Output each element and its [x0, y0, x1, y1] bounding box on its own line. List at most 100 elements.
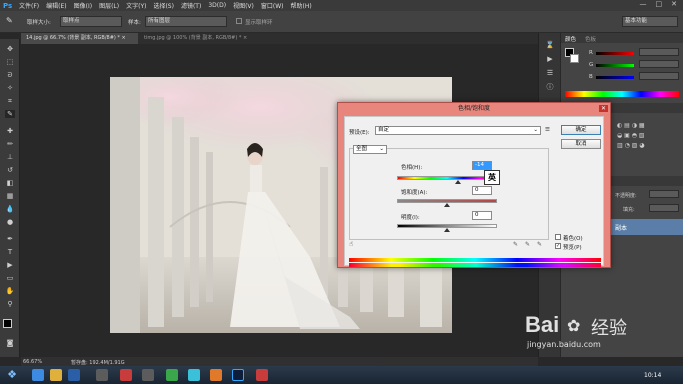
start-button-icon[interactable]: ❖ — [4, 368, 20, 382]
tab-label: 14.jpg @ 66.7% (背景 副本, RGB/8#) * — [26, 35, 120, 41]
cancel-button[interactable]: 取消 — [561, 139, 601, 149]
quick-select-tool-icon[interactable]: ✧ — [5, 84, 15, 92]
menu-window[interactable]: 窗口(W) — [261, 1, 284, 10]
app-taskbar-icon[interactable] — [68, 369, 80, 381]
quick-mask-icon[interactable]: ◙ — [5, 339, 15, 347]
preset-options-icon[interactable]: ☰ — [545, 127, 550, 133]
history-brush-icon[interactable]: ↺ — [5, 166, 15, 174]
saturation-input[interactable]: 0 — [472, 186, 492, 195]
hue-slider[interactable] — [397, 176, 497, 180]
type-tool-icon[interactable]: T — [5, 248, 15, 256]
ok-button[interactable]: 确定 — [561, 125, 601, 135]
menu-edit[interactable]: 编辑(E) — [46, 1, 66, 10]
app-taskbar-icon[interactable] — [188, 369, 200, 381]
menu-filter[interactable]: 滤镜(T) — [181, 1, 201, 10]
eyedropper-add-icon[interactable]: ✎ — [525, 241, 530, 248]
document-info[interactable]: 暂存盘: 192.4M/1.91G — [71, 359, 125, 366]
minimize-button[interactable]: — — [637, 0, 650, 8]
menu-image[interactable]: 图像(I) — [74, 1, 92, 10]
fill-input[interactable] — [649, 204, 679, 212]
menu-3d[interactable]: 3D(D) — [208, 2, 226, 9]
app-taskbar-icon[interactable] — [96, 369, 108, 381]
background-color-swatch[interactable] — [570, 54, 579, 63]
tab-swatches[interactable]: 色板 — [585, 35, 596, 43]
red-value-input[interactable] — [639, 48, 679, 56]
eyedropper-subtract-icon[interactable]: ✎ — [537, 241, 542, 248]
info-panel-icon[interactable]: ⓘ — [545, 83, 555, 91]
shape-tool-icon[interactable]: ▭ — [5, 274, 15, 282]
preview-label: 预览(P) — [563, 245, 582, 251]
ie-taskbar-icon[interactable] — [32, 369, 44, 381]
firefox-taskbar-icon[interactable] — [210, 369, 222, 381]
blur-tool-icon[interactable]: 💧 — [5, 205, 15, 213]
eyedropper-icon[interactable]: ✎ — [513, 241, 518, 248]
tab-timg-jpg[interactable]: timg.jpg @ 100% (背景 副本, RGB/8#) * × — [139, 33, 261, 44]
adjustments-icons-grid[interactable]: ◐ ▤ ◑ ▦ ◒ ▣ ◓ ▧ ▥ ◔ ▨ ◕ — [617, 121, 679, 161]
explorer-taskbar-icon[interactable] — [50, 369, 62, 381]
red-slider[interactable] — [596, 52, 634, 55]
tab-color[interactable]: 颜色 — [565, 35, 576, 43]
colorize-checkbox[interactable] — [555, 234, 561, 240]
green-slider[interactable] — [596, 64, 634, 67]
actions-panel-icon[interactable]: ▶ — [545, 55, 555, 63]
preset-select[interactable]: 自定 ⌄ — [375, 126, 541, 135]
brush-tool-icon[interactable]: ✏ — [5, 140, 15, 148]
gradient-tool-icon[interactable]: ▦ — [5, 192, 15, 200]
zoom-level[interactable]: 66.67% — [23, 359, 42, 365]
close-button[interactable]: ✕ — [668, 0, 680, 8]
properties-panel-icon[interactable]: ☰ — [545, 69, 555, 77]
zoom-tool-icon[interactable]: ⚲ — [5, 300, 15, 308]
eraser-tool-icon[interactable]: ◧ — [5, 179, 15, 187]
blue-value-input[interactable] — [639, 72, 679, 80]
menu-layer[interactable]: 图层(L) — [99, 1, 119, 10]
menu-file[interactable]: 文件(F) — [19, 1, 39, 10]
sample-size-select[interactable]: 取样点 — [60, 16, 122, 27]
hue-slider-thumb[interactable] — [455, 180, 461, 184]
menu-view[interactable]: 视图(V) — [233, 1, 254, 10]
green-value-input[interactable] — [639, 60, 679, 68]
tab-close-icon[interactable]: × — [122, 35, 126, 41]
layer-row-selected[interactable]: 副本 — [601, 219, 683, 235]
menu-help[interactable]: 帮助(H) — [291, 1, 312, 10]
targeted-adjust-hand-icon[interactable]: ☝ — [349, 240, 353, 248]
clock[interactable]: 10:14 — [644, 372, 661, 379]
color-spectrum-ramp[interactable] — [565, 91, 679, 97]
marquee-tool-icon[interactable]: ⬚ — [5, 58, 15, 66]
eyedropper-tool-icon[interactable]: ✎ — [6, 16, 20, 27]
hue-input[interactable]: -14 — [472, 161, 492, 170]
show-ring-checkbox[interactable] — [236, 18, 242, 24]
maximize-button[interactable]: □ — [653, 0, 666, 8]
app-taskbar-icon[interactable] — [256, 369, 268, 381]
hand-tool-icon[interactable]: ✋ — [5, 287, 15, 295]
opacity-input[interactable] — [649, 190, 679, 198]
foreground-color-swatch[interactable] — [3, 319, 12, 328]
workspace-select[interactable]: 基本功能 — [622, 16, 678, 27]
path-select-icon[interactable]: ▶ — [5, 261, 15, 269]
preview-checkbox[interactable]: ✓ — [555, 243, 561, 249]
menu-select[interactable]: 选择(S) — [153, 1, 174, 10]
app-taskbar-icon[interactable] — [120, 369, 132, 381]
channel-select[interactable]: 全图 ⌄ — [353, 145, 387, 154]
sample-select[interactable]: 所有图层 — [145, 16, 227, 27]
tab-14-jpg[interactable]: 14.jpg @ 66.7% (背景 副本, RGB/8#) * × — [21, 33, 138, 44]
photoshop-taskbar-icon[interactable] — [232, 369, 244, 381]
dodge-tool-icon[interactable]: ● — [5, 218, 15, 226]
menu-type[interactable]: 文字(Y) — [126, 1, 146, 10]
app-taskbar-icon[interactable] — [166, 369, 178, 381]
ime-indicator[interactable]: 英 — [484, 170, 500, 185]
tab-close-icon[interactable]: × — [243, 35, 247, 41]
lasso-tool-icon[interactable]: ᘐ — [5, 71, 15, 79]
blue-slider[interactable] — [596, 76, 634, 79]
clone-stamp-icon[interactable]: ⊥ — [5, 153, 15, 161]
history-panel-icon[interactable]: ⌛ — [545, 41, 555, 49]
crop-tool-icon[interactable]: ⌗ — [5, 97, 15, 105]
saturation-slider-thumb[interactable] — [444, 203, 450, 207]
healing-brush-icon[interactable]: ✚ — [5, 127, 15, 135]
dialog-close-button[interactable]: ✕ — [599, 105, 608, 112]
move-tool-icon[interactable]: ✥ — [5, 45, 15, 53]
lightness-slider-thumb[interactable] — [444, 228, 450, 232]
app-taskbar-icon[interactable] — [142, 369, 154, 381]
pen-tool-icon[interactable]: ✒ — [5, 235, 15, 243]
lightness-input[interactable]: 0 — [472, 211, 492, 220]
eyedropper-tool-icon[interactable]: ✎ — [5, 110, 15, 118]
